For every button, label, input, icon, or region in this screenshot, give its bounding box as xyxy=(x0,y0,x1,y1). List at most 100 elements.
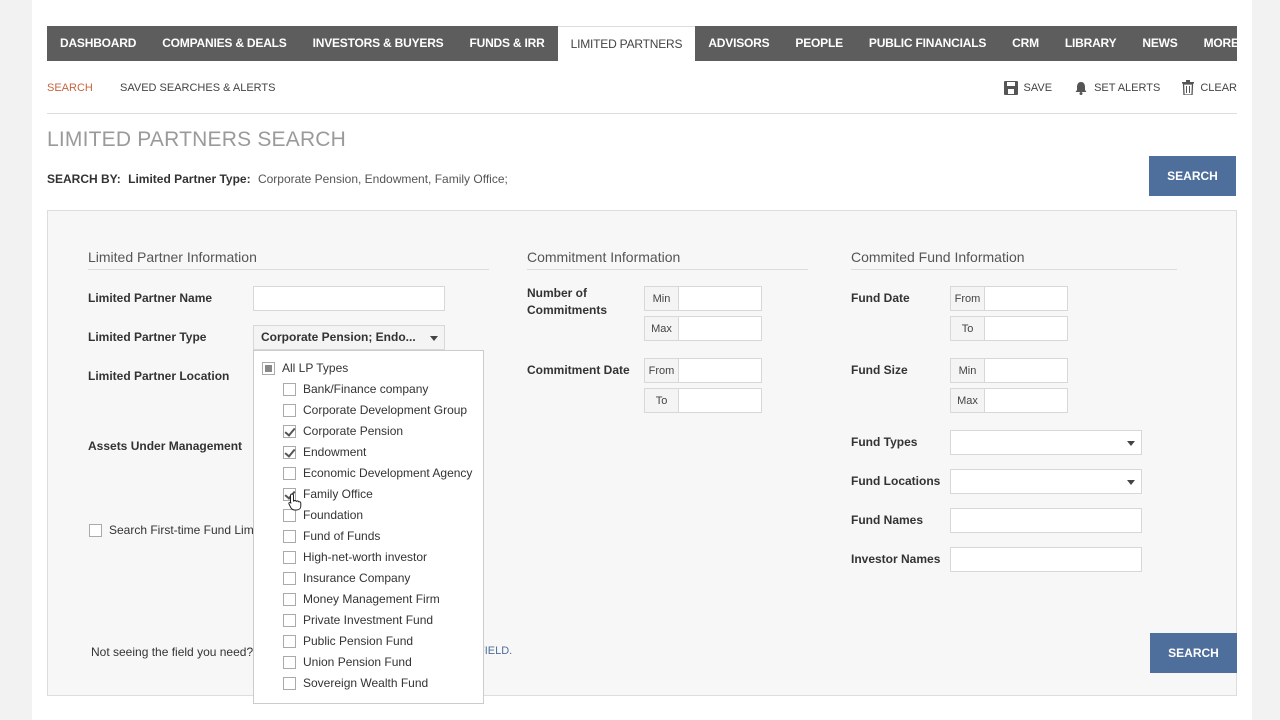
dropdown-option-all[interactable]: All LP Types xyxy=(262,361,348,375)
option-label: High-net-worth investor xyxy=(303,550,428,564)
option-label: Endowment xyxy=(303,445,367,459)
tab-search[interactable]: SEARCH xyxy=(47,82,93,94)
chevron-down-icon xyxy=(1127,480,1135,485)
fund-types-select[interactable] xyxy=(950,430,1142,455)
nav-item-library[interactable]: LIBRARY xyxy=(1052,26,1130,61)
search-button-top[interactable]: SEARCH xyxy=(1149,156,1236,196)
lp-type-select[interactable]: Corporate Pension; Endo... xyxy=(253,325,445,350)
footer-note: Not seeing the field you need? xyxy=(91,645,254,659)
dropdown-option[interactable]: Corporate Pension xyxy=(283,424,403,438)
dropdown-option[interactable]: Money Management Firm xyxy=(283,592,440,606)
search-panel: Limited Partner Information Limited Part… xyxy=(47,210,1237,704)
option-checkbox[interactable] xyxy=(283,571,296,585)
fund-size-max-input[interactable] xyxy=(984,388,1068,413)
dropdown-option[interactable]: Corporate Development Group xyxy=(283,403,467,417)
investor-names-input[interactable] xyxy=(950,547,1142,572)
page: DASHBOARD COMPANIES & DEALS INVESTORS & BU… xyxy=(32,0,1254,720)
number-commitments-label: Number of Commitments xyxy=(527,286,608,317)
nav-item-crm[interactable]: CRM xyxy=(999,26,1052,61)
dropdown-option[interactable]: Endowment xyxy=(283,445,366,459)
all-types-label: All LP Types xyxy=(282,361,349,375)
fund-date-to-input[interactable] xyxy=(984,316,1068,341)
option-label: Sovereign Wealth Fund xyxy=(303,676,429,690)
option-checkbox[interactable] xyxy=(283,382,296,396)
fund-names-label: Fund Names xyxy=(851,513,924,527)
option-checkbox[interactable] xyxy=(283,655,296,669)
option-checkbox[interactable] xyxy=(283,676,296,690)
commitments-max-addon: Max xyxy=(644,316,679,341)
commitment-date-from-input[interactable] xyxy=(678,358,762,383)
nav-item-companies-deals[interactable]: COMPANIES & DEALS xyxy=(149,26,299,61)
option-checkbox[interactable] xyxy=(283,592,296,606)
clear-label: CLEAR xyxy=(1200,81,1237,94)
option-label: Insurance Company xyxy=(303,571,411,585)
investor-names-label: Investor Names xyxy=(851,552,941,566)
fund-names-input[interactable] xyxy=(950,508,1142,533)
tab-saved-searches[interactable]: SAVED SEARCHES & ALERTS xyxy=(120,82,275,94)
first-time-label: Search First-time Fund Limi xyxy=(109,523,257,537)
dropdown-option[interactable]: Union Pension Fund xyxy=(283,655,412,669)
nav-item-public-financials[interactable]: PUBLIC FINANCIALS xyxy=(856,26,999,61)
chevron-down-icon xyxy=(1127,441,1135,446)
top-nav: DASHBOARD COMPANIES & DEALS INVESTORS & BU… xyxy=(47,26,1254,61)
save-button[interactable]: SAVE xyxy=(1003,80,1053,95)
option-checkbox[interactable] xyxy=(283,613,296,627)
option-label: Private Investment Fund xyxy=(303,613,434,627)
dropdown-option[interactable]: Public Pension Fund xyxy=(283,634,413,648)
save-label: SAVE xyxy=(1023,81,1053,94)
dropdown-option[interactable]: Bank/Finance company xyxy=(283,382,428,396)
commitments-min-input[interactable] xyxy=(678,286,762,311)
option-checkbox[interactable] xyxy=(283,403,296,417)
commitments-max-input[interactable] xyxy=(678,316,762,341)
option-checkbox[interactable] xyxy=(283,550,296,564)
all-types-checkbox[interactable] xyxy=(262,361,275,375)
commitment-date-from-addon: From xyxy=(644,358,679,383)
sub-nav: SEARCH SAVED SEARCHES & ALERTS SAVE SET … xyxy=(47,80,1237,114)
nav-item-dashboard[interactable]: DASHBOARD xyxy=(47,26,149,61)
nav-item-funds-irr[interactable]: FUNDS & IRR xyxy=(456,26,557,61)
dropdown-option[interactable]: Economic Development Agency xyxy=(283,466,472,480)
fund-locations-label: Fund Locations xyxy=(851,474,941,488)
fund-date-from-input[interactable] xyxy=(984,286,1068,311)
clear-button[interactable]: CLEAR xyxy=(1182,80,1237,95)
nav-item-people[interactable]: PEOPLE xyxy=(782,26,855,61)
nav-item-advisors[interactable]: ADVISORS xyxy=(695,26,782,61)
option-label: Family Office xyxy=(303,487,373,501)
option-checkbox[interactable] xyxy=(283,634,296,648)
nav-item-limited-partners[interactable]: LIMITED PARTNERS xyxy=(557,26,696,61)
trash-icon xyxy=(1182,80,1195,95)
dropdown-option[interactable]: High-net-worth investor xyxy=(283,550,427,564)
option-label: Bank/Finance company xyxy=(303,382,429,396)
nav-item-news[interactable]: NEWS xyxy=(1129,26,1190,61)
dropdown-option[interactable]: Sovereign Wealth Fund xyxy=(283,676,428,690)
dropdown-option[interactable]: Insurance Company xyxy=(283,571,410,585)
hand-cursor-icon xyxy=(288,493,302,511)
fund-size-min-input[interactable] xyxy=(984,358,1068,383)
first-time-checkbox[interactable] xyxy=(89,523,102,537)
option-checkbox[interactable] xyxy=(283,529,296,543)
lp-type-value: Corporate Pension; Endo... xyxy=(261,330,416,344)
set-alerts-button[interactable]: SET ALERTS xyxy=(1074,81,1160,95)
nav-item-investors-buyers[interactable]: INVESTORS & BUYERS xyxy=(300,26,457,61)
nav-item-more[interactable]: MORE ▼ xyxy=(1191,26,1268,61)
option-checkbox[interactable] xyxy=(283,424,296,438)
commitment-date-to-input[interactable] xyxy=(678,388,762,413)
aum-label: Assets Under Management xyxy=(88,439,243,453)
page-title: LIMITED PARTNERS SEARCH xyxy=(47,128,347,151)
option-checkbox[interactable] xyxy=(283,466,296,480)
first-time-fund-option[interactable]: Search First-time Fund Limi xyxy=(89,523,256,537)
fund-locations-select[interactable] xyxy=(950,469,1142,494)
search-by-label: SEARCH BY: xyxy=(47,172,121,186)
dropdown-option[interactable]: Private Investment Fund xyxy=(283,613,433,627)
lp-type-label: Limited Partner Type xyxy=(88,330,207,344)
lp-name-input[interactable] xyxy=(253,286,445,311)
option-label: Union Pension Fund xyxy=(303,655,412,669)
option-label: Corporate Development Group xyxy=(303,403,468,417)
lp-location-label: Limited Partner Location xyxy=(88,369,230,383)
search-button-bottom[interactable]: SEARCH xyxy=(1150,633,1237,673)
fund-types-label: Fund Types xyxy=(851,435,918,449)
option-label: Foundation xyxy=(303,508,364,522)
option-checkbox[interactable] xyxy=(283,445,296,459)
dropdown-option[interactable]: Fund of Funds xyxy=(283,529,380,543)
fund-date-to-addon: To xyxy=(950,316,985,341)
